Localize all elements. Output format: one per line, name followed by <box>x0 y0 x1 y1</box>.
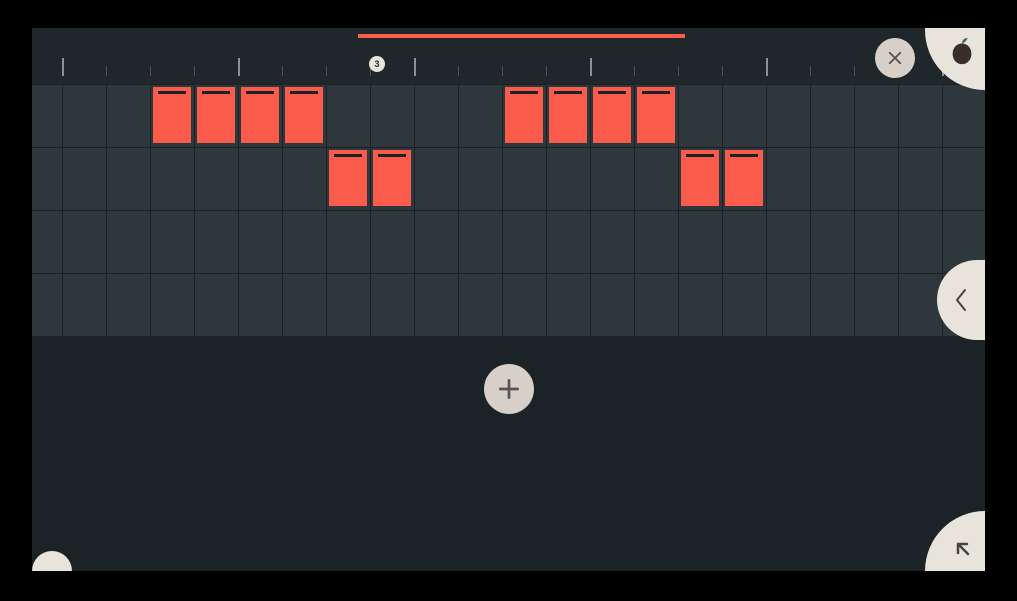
ruler-tick <box>194 66 195 76</box>
fruit-icon <box>947 36 977 66</box>
playhead-marker[interactable]: 3 <box>369 56 385 72</box>
chevron-left-icon <box>953 286 969 314</box>
grid-col-line <box>810 84 811 336</box>
ruler-tick <box>502 66 503 76</box>
grid-col-line <box>458 84 459 336</box>
app-frame: 3 <box>32 28 985 571</box>
grid-col-line <box>590 84 591 336</box>
ruler-tick <box>150 66 151 76</box>
grid-col-line <box>238 84 239 336</box>
arrow-up-left-icon <box>951 537 975 561</box>
grid-row-line <box>32 147 985 148</box>
note[interactable] <box>373 150 411 206</box>
grid-col-line <box>546 84 547 336</box>
note[interactable] <box>153 87 191 143</box>
grid-col-line <box>722 84 723 336</box>
add-button[interactable] <box>484 364 534 414</box>
ruler-tick <box>590 58 592 76</box>
close-button[interactable] <box>875 38 915 78</box>
ruler-tick <box>634 66 635 76</box>
piano-roll-grid[interactable] <box>32 84 985 336</box>
ruler-tick <box>766 58 768 76</box>
ruler-tick <box>62 58 64 76</box>
close-icon <box>886 49 904 67</box>
note[interactable] <box>549 87 587 143</box>
grid-col-line <box>678 84 679 336</box>
grid-row-line <box>32 84 985 85</box>
ruler-tick <box>106 66 107 76</box>
grid-row-line <box>32 273 985 274</box>
note[interactable] <box>241 87 279 143</box>
grid-col-line <box>502 84 503 336</box>
grid-col-line <box>282 84 283 336</box>
grid-col-line <box>62 84 63 336</box>
progress-bar[interactable] <box>358 34 685 38</box>
note[interactable] <box>285 87 323 143</box>
grid-col-line <box>106 84 107 336</box>
grid-col-line <box>194 84 195 336</box>
timeline-ruler[interactable] <box>32 48 985 84</box>
ruler-tick <box>238 58 240 76</box>
note[interactable] <box>329 150 367 206</box>
ruler-tick <box>854 66 855 76</box>
grid-col-line <box>370 84 371 336</box>
grid-col-line <box>326 84 327 336</box>
ruler-tick <box>326 66 327 76</box>
note[interactable] <box>593 87 631 143</box>
grid-col-line <box>766 84 767 336</box>
grid-col-line <box>854 84 855 336</box>
grid-col-line <box>634 84 635 336</box>
ruler-tick <box>458 66 459 76</box>
grid-col-line <box>898 84 899 336</box>
note[interactable] <box>197 87 235 143</box>
ruler-tick <box>414 58 416 76</box>
ruler-tick <box>810 66 811 76</box>
note[interactable] <box>505 87 543 143</box>
ruler-tick <box>678 66 679 76</box>
ruler-tick <box>546 66 547 76</box>
ruler-tick <box>722 66 723 76</box>
grid-col-line <box>414 84 415 336</box>
ruler-tick <box>282 66 283 76</box>
note[interactable] <box>725 150 763 206</box>
plus-icon <box>496 376 522 402</box>
note[interactable] <box>637 87 675 143</box>
grid-row-line <box>32 210 985 211</box>
grid-col-line <box>150 84 151 336</box>
note[interactable] <box>681 150 719 206</box>
